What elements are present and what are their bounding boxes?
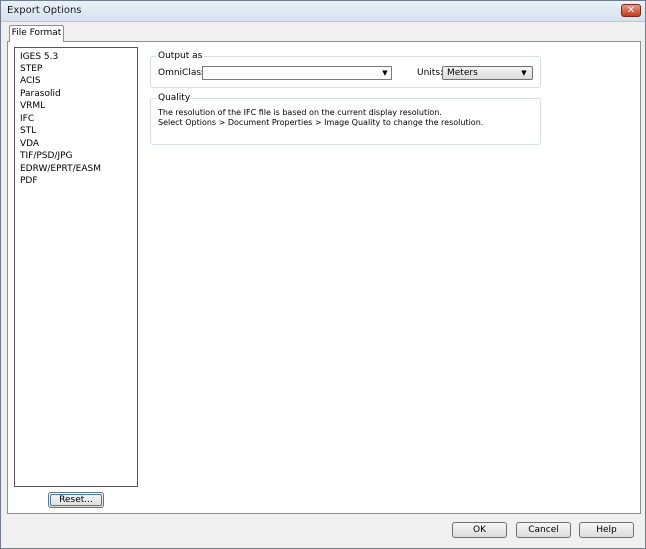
list-item-parasolid[interactable]: Parasolid bbox=[20, 88, 61, 100]
quality-text-line-2: Select Options > Document Properties > I… bbox=[158, 118, 484, 127]
omniclass-combo[interactable]: ▼ bbox=[202, 66, 392, 80]
chevron-down-icon[interactable]: ▼ bbox=[519, 68, 529, 78]
list-item-edrw-eprt-easm[interactable]: EDRW/EPRT/EASM bbox=[20, 163, 101, 175]
list-item-pdf[interactable]: PDF bbox=[20, 175, 38, 187]
list-item-tif-psd-jpg[interactable]: TIF/PSD/JPG bbox=[20, 150, 73, 162]
quality-legend: Quality bbox=[156, 93, 193, 103]
close-icon: ✕ bbox=[626, 5, 636, 16]
window-title: Export Options bbox=[7, 5, 82, 16]
ok-button[interactable]: OK bbox=[452, 522, 507, 538]
format-list[interactable]: IGES 5.3 STEP ACIS Parasolid VRML IFC ST… bbox=[14, 47, 138, 487]
list-item-iges[interactable]: IGES 5.3 bbox=[20, 51, 58, 63]
tab-label: File Format bbox=[11, 28, 62, 38]
help-button[interactable]: Help bbox=[579, 522, 634, 538]
reset-button[interactable]: Reset... bbox=[48, 492, 104, 508]
close-button[interactable]: ✕ bbox=[621, 4, 641, 17]
units-label: Units: bbox=[417, 68, 444, 78]
list-item-step[interactable]: STEP bbox=[20, 63, 42, 75]
units-value: Meters bbox=[447, 68, 478, 78]
export-options-dialog: Export Options ✕ File Format IGES 5.3 ST… bbox=[0, 0, 646, 549]
list-item-vrml[interactable]: VRML bbox=[20, 100, 45, 112]
list-item-vda[interactable]: VDA bbox=[20, 138, 39, 150]
tab-file-format[interactable]: File Format bbox=[9, 25, 64, 42]
list-item-ifc[interactable]: IFC bbox=[20, 113, 34, 125]
title-bar[interactable]: Export Options ✕ bbox=[1, 1, 645, 22]
quality-group: Quality The resolution of the IFC file i… bbox=[150, 93, 541, 145]
cancel-button[interactable]: Cancel bbox=[516, 522, 571, 538]
chevron-down-icon[interactable]: ▼ bbox=[380, 68, 390, 78]
list-item-stl[interactable]: STL bbox=[20, 125, 36, 137]
output-as-legend: Output as bbox=[156, 51, 205, 61]
quality-text-line-1: The resolution of the IFC file is based … bbox=[158, 108, 442, 117]
units-select[interactable]: Meters ▼ bbox=[442, 66, 533, 80]
list-item-acis[interactable]: ACIS bbox=[20, 75, 41, 87]
output-as-group: Output as OmniClass: ▼ Units: Meters ▼ bbox=[150, 51, 541, 88]
